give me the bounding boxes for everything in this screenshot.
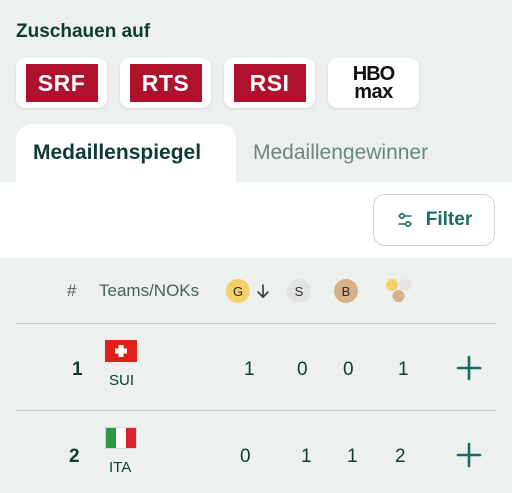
header-gold-sort[interactable]: G [226,258,272,324]
bronze-count: 0 [343,359,354,380]
silver-count: 1 [301,446,312,467]
country-code: SUI [109,372,135,389]
rank: 2 [69,446,80,467]
arrow-down-icon [257,284,269,298]
header-silver[interactable]: S [287,258,311,324]
medal-cluster-icon [386,279,411,302]
switzerland-flag [105,340,137,362]
srf-logo: SRF [25,64,98,102]
gold-count: 0 [240,446,251,467]
expand-plus-icon[interactable] [455,441,483,469]
hbo-max-logo: HBO max [352,62,395,103]
header-teams: Teams/NOKs [99,281,200,300]
broadcaster-hbo-max[interactable]: HBO max [328,58,419,108]
header-bronze[interactable]: B [334,258,358,324]
expand-plus-icon[interactable] [455,354,483,382]
tab-bar: Medaillenspiegel Medaillengewinner [16,124,512,182]
header-rank: # [67,281,77,300]
gold-medal-badge: G [226,279,250,303]
total-count: 1 [398,359,409,380]
tab-medaillenspiegel[interactable]: Medaillenspiegel [16,124,236,182]
bronze-count: 1 [347,446,358,467]
silver-medal-badge: S [287,279,311,303]
tab-medaillengewinner[interactable]: Medaillengewinner [253,124,512,182]
filter-area: Filter [0,182,512,258]
silver-count: 0 [297,359,308,380]
header-total[interactable] [384,258,414,324]
broadcaster-srf[interactable]: SRF [16,58,107,108]
broadcaster-list: SRF RTS RSI HBO max [16,58,419,108]
gold-count: 1 [244,359,255,380]
bronze-medal-badge: B [334,279,358,303]
table-row[interactable]: 1 SUI 1 0 0 1 [0,324,512,410]
table-row[interactable]: 2 ITA 0 1 1 2 [0,411,512,493]
broadcaster-rsi[interactable]: RSI [224,58,315,108]
filter-button[interactable]: Filter [373,194,495,246]
rank: 1 [72,359,83,380]
rts-logo: RTS [129,64,202,102]
filter-label: Filter [425,209,473,230]
watch-title: Zuschauen auf [16,21,151,42]
total-count: 2 [395,446,406,467]
country-code: ITA [109,459,132,476]
broadcaster-rts[interactable]: RTS [120,58,211,108]
table-header: # Teams/NOKs G S B [0,258,512,324]
rsi-logo: RSI [233,64,306,102]
sliders-icon [397,212,412,228]
italy-flag [105,427,137,449]
